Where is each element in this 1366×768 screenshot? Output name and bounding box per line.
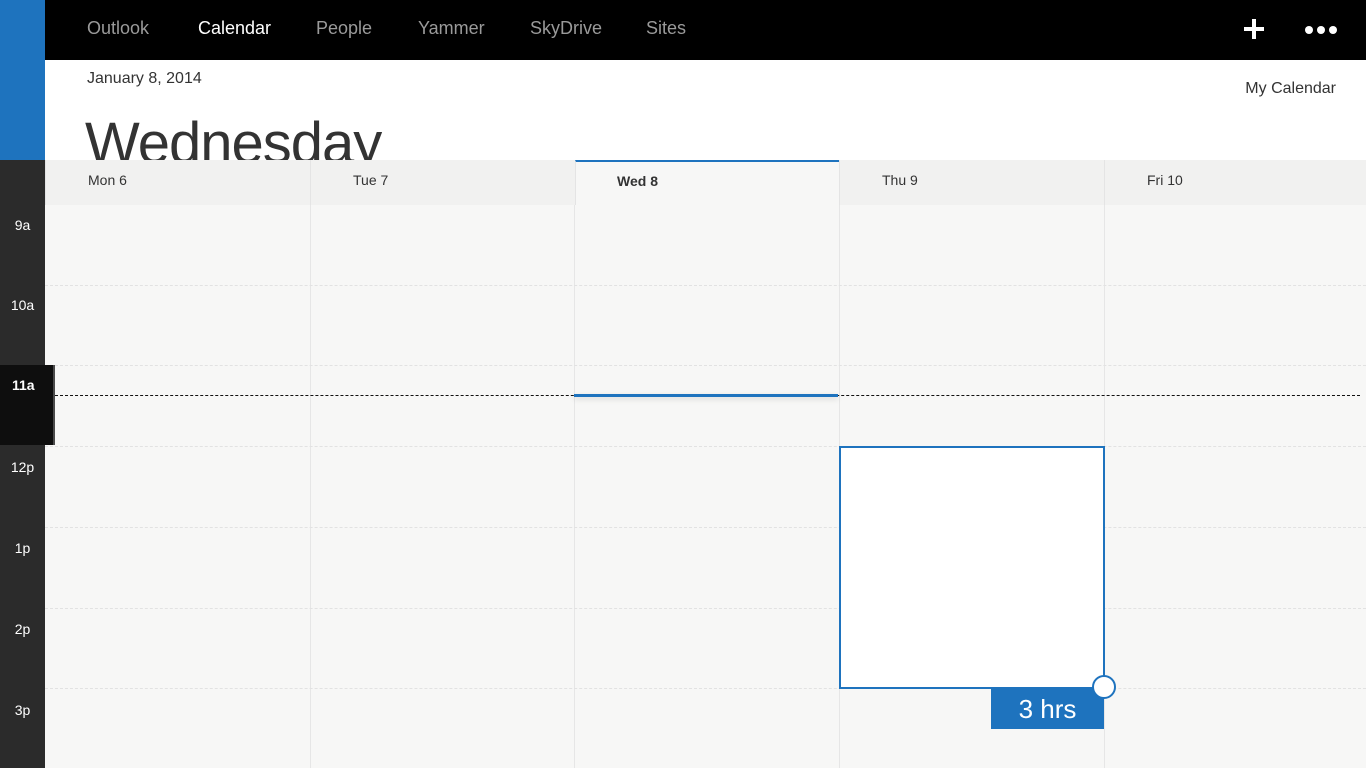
hour-line — [45, 365, 1366, 366]
nav-item-outlook[interactable]: Outlook — [87, 18, 149, 39]
nav-item-sites[interactable]: Sites — [646, 18, 686, 39]
more-icon[interactable] — [1304, 25, 1338, 35]
nav-item-calendar[interactable]: Calendar — [198, 18, 271, 39]
time-label-10a: 10a — [10, 297, 35, 313]
time-label-9a: 9a — [14, 217, 31, 233]
day-header-thu[interactable]: Thu 9 — [839, 160, 1104, 205]
hour-line — [45, 285, 1366, 286]
nav-item-skydrive[interactable]: SkyDrive — [530, 18, 602, 39]
hour-line — [45, 608, 1366, 609]
event-resize-handle[interactable] — [1092, 675, 1116, 699]
day-header-wed[interactable]: Wed 8 — [575, 160, 840, 205]
hour-line — [45, 527, 1366, 528]
page-header: January 8, 2014 Wednesday My Calendar — [45, 60, 1366, 160]
day-header-mon[interactable]: Mon 6 — [45, 160, 310, 205]
column-divider — [310, 205, 311, 768]
hour-line — [45, 688, 1366, 689]
nav-item-yammer[interactable]: Yammer — [418, 18, 485, 39]
time-label-11a: 11a — [0, 365, 55, 445]
week-grid[interactable]: 3 hrs — [45, 205, 1366, 768]
time-label-1p: 1p — [14, 540, 31, 556]
column-divider — [574, 205, 575, 768]
new-event-selection[interactable] — [839, 446, 1105, 689]
hour-line — [45, 446, 1366, 447]
time-label-3p: 3p — [14, 702, 31, 718]
app-accent-strip — [0, 0, 45, 160]
selected-date: January 8, 2014 — [87, 70, 202, 87]
today-column — [575, 205, 839, 395]
current-time-marker — [574, 394, 838, 397]
nav-item-people[interactable]: People — [316, 18, 372, 39]
plus-icon[interactable] — [1243, 18, 1265, 40]
time-label-2p: 2p — [14, 621, 31, 637]
day-header-row: Mon 6 Tue 7 Wed 8 Thu 9 Fri 10 — [45, 160, 1366, 205]
calendar-selector[interactable]: My Calendar — [1245, 80, 1336, 98]
top-nav-bar: Outlook Calendar People Yammer SkyDrive … — [45, 0, 1366, 60]
day-header-fri[interactable]: Fri 10 — [1104, 160, 1366, 205]
page-title: Wednesday — [85, 111, 382, 160]
day-header-tue[interactable]: Tue 7 — [310, 160, 575, 205]
time-rail: 9a 10a 11a 12p 1p 2p 3p — [0, 160, 55, 768]
time-label-12p: 12p — [10, 459, 35, 475]
event-duration-badge: 3 hrs — [991, 689, 1104, 729]
